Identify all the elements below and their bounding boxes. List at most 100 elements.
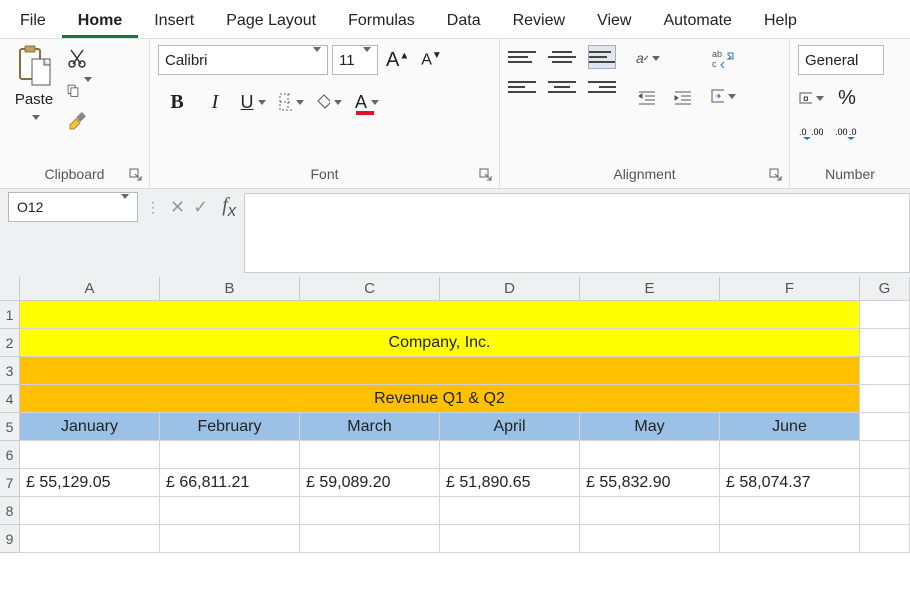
row-header-6[interactable]: 6 bbox=[0, 441, 20, 469]
border-button[interactable] bbox=[278, 89, 304, 115]
menu-data[interactable]: Data bbox=[431, 4, 497, 38]
cell[interactable]: May bbox=[580, 413, 720, 441]
alignment-launcher-icon[interactable] bbox=[769, 168, 783, 182]
shrink-font-icon[interactable]: A▼ bbox=[417, 50, 446, 69]
col-header-A[interactable]: A bbox=[20, 277, 160, 301]
align-right-icon[interactable] bbox=[588, 75, 616, 99]
align-left-icon[interactable] bbox=[508, 75, 536, 99]
cell[interactable] bbox=[860, 385, 910, 413]
align-center-icon[interactable] bbox=[548, 75, 576, 99]
align-middle-icon[interactable] bbox=[548, 45, 576, 69]
percent-icon[interactable]: % bbox=[834, 85, 860, 111]
col-header-F[interactable]: F bbox=[720, 277, 860, 301]
align-bottom-icon[interactable] bbox=[588, 45, 616, 69]
copy-icon[interactable] bbox=[66, 79, 88, 101]
cell[interactable] bbox=[860, 413, 910, 441]
row-header-2[interactable]: 2 bbox=[0, 329, 20, 357]
name-box[interactable]: O12 bbox=[8, 192, 138, 222]
cell[interactable] bbox=[160, 497, 300, 525]
cancel-formula-icon[interactable]: ✕ bbox=[170, 197, 185, 218]
menu-view[interactable]: View bbox=[581, 4, 647, 38]
cell[interactable]: April bbox=[440, 413, 580, 441]
grow-font-icon[interactable]: A▲ bbox=[382, 49, 413, 72]
cell[interactable] bbox=[300, 525, 440, 553]
row-header-7[interactable]: 7 bbox=[0, 469, 20, 497]
underline-button[interactable]: U bbox=[240, 89, 266, 115]
cell[interactable] bbox=[720, 441, 860, 469]
cell[interactable]: £ 55,832.90 bbox=[580, 469, 720, 497]
menu-home[interactable]: Home bbox=[62, 4, 138, 38]
cell[interactable] bbox=[860, 525, 910, 553]
decrease-indent-icon[interactable] bbox=[634, 85, 660, 111]
cell[interactable] bbox=[20, 525, 160, 553]
cell[interactable]: June bbox=[720, 413, 860, 441]
enter-formula-icon[interactable]: ✓ bbox=[193, 197, 208, 218]
cell[interactable] bbox=[860, 497, 910, 525]
cell[interactable]: January bbox=[20, 413, 160, 441]
cell[interactable] bbox=[860, 441, 910, 469]
font-launcher-icon[interactable] bbox=[479, 168, 493, 182]
cell[interactable] bbox=[440, 441, 580, 469]
col-header-D[interactable]: D bbox=[440, 277, 580, 301]
cell[interactable] bbox=[580, 497, 720, 525]
decrease-decimal-icon[interactable]: .00.0 bbox=[834, 121, 860, 147]
row-header-8[interactable]: 8 bbox=[0, 497, 20, 525]
cell[interactable] bbox=[860, 469, 910, 497]
number-format-select[interactable]: General bbox=[798, 45, 884, 75]
cell[interactable]: March bbox=[300, 413, 440, 441]
merged-cell[interactable] bbox=[20, 357, 860, 385]
increase-indent-icon[interactable] bbox=[670, 85, 696, 111]
font-name-select[interactable]: Calibri bbox=[158, 45, 328, 75]
italic-button[interactable]: I bbox=[202, 89, 228, 115]
cell[interactable]: £ 58,074.37 bbox=[720, 469, 860, 497]
increase-decimal-icon[interactable]: .0.00 bbox=[798, 121, 824, 147]
formula-input[interactable] bbox=[244, 193, 910, 273]
cell[interactable] bbox=[860, 301, 910, 329]
cell[interactable] bbox=[160, 441, 300, 469]
align-top-icon[interactable] bbox=[508, 45, 536, 69]
cell[interactable] bbox=[20, 441, 160, 469]
menu-review[interactable]: Review bbox=[497, 4, 581, 38]
fx-icon[interactable]: fx bbox=[222, 194, 236, 221]
col-header-B[interactable]: B bbox=[160, 277, 300, 301]
merged-cell[interactable] bbox=[20, 301, 860, 329]
row-header-4[interactable]: 4 bbox=[0, 385, 20, 413]
row-header-3[interactable]: 3 bbox=[0, 357, 20, 385]
merged-cell[interactable]: Company, Inc. bbox=[20, 329, 860, 357]
merged-cell[interactable]: Revenue Q1 & Q2 bbox=[20, 385, 860, 413]
cell[interactable]: £ 55,129.05 bbox=[20, 469, 160, 497]
paste-icon[interactable] bbox=[14, 45, 54, 89]
cell[interactable] bbox=[300, 441, 440, 469]
orientation-button[interactable]: a bbox=[634, 45, 660, 71]
clipboard-launcher-icon[interactable] bbox=[129, 168, 143, 182]
cell[interactable] bbox=[160, 525, 300, 553]
cut-icon[interactable] bbox=[66, 47, 88, 69]
cell[interactable] bbox=[580, 525, 720, 553]
cell[interactable]: £ 51,890.65 bbox=[440, 469, 580, 497]
select-all-corner[interactable] bbox=[0, 277, 20, 301]
accounting-format-icon[interactable]: ¤ bbox=[798, 85, 824, 111]
cell[interactable] bbox=[440, 525, 580, 553]
cell[interactable] bbox=[860, 357, 910, 385]
col-header-E[interactable]: E bbox=[580, 277, 720, 301]
cell[interactable]: £ 59,089.20 bbox=[300, 469, 440, 497]
col-header-C[interactable]: C bbox=[300, 277, 440, 301]
menu-insert[interactable]: Insert bbox=[138, 4, 210, 38]
menu-automate[interactable]: Automate bbox=[647, 4, 747, 38]
menu-help[interactable]: Help bbox=[748, 4, 813, 38]
cell[interactable] bbox=[440, 497, 580, 525]
cell[interactable] bbox=[860, 329, 910, 357]
cell[interactable] bbox=[720, 525, 860, 553]
menu-formulas[interactable]: Formulas bbox=[332, 4, 431, 38]
merge-button[interactable] bbox=[710, 83, 736, 109]
menu-file[interactable]: File bbox=[4, 4, 62, 38]
cell[interactable] bbox=[580, 441, 720, 469]
paste-dropdown[interactable] bbox=[21, 110, 47, 124]
cell[interactable]: £ 66,811.21 bbox=[160, 469, 300, 497]
col-header-G[interactable]: G bbox=[860, 277, 910, 301]
cell[interactable] bbox=[20, 497, 160, 525]
cell[interactable] bbox=[300, 497, 440, 525]
row-header-5[interactable]: 5 bbox=[0, 413, 20, 441]
format-painter-icon[interactable] bbox=[66, 111, 88, 133]
row-header-9[interactable]: 9 bbox=[0, 525, 20, 553]
